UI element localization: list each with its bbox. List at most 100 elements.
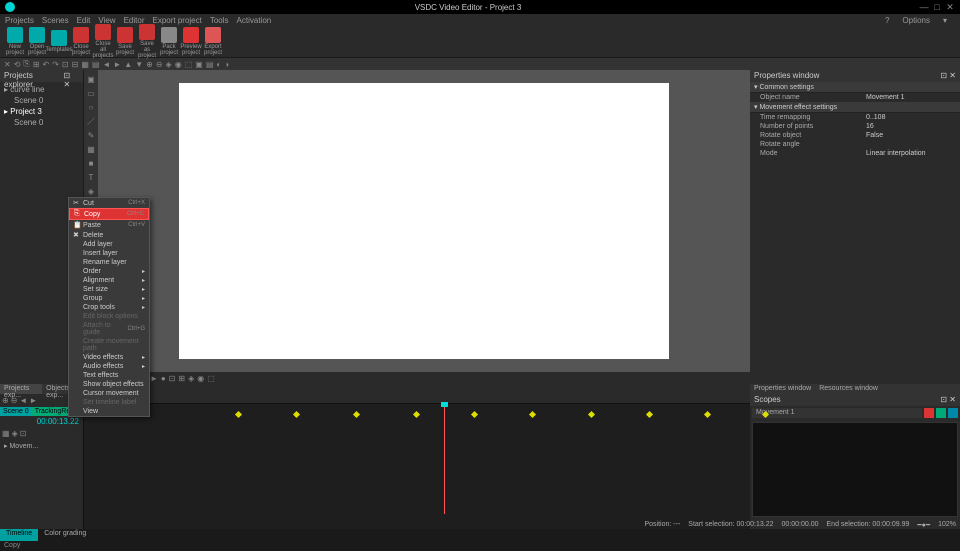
ctx-show-object-effects[interactable]: Show object effects (69, 380, 149, 389)
ctx-copy[interactable]: ⎘CopyCtrl+C (69, 208, 149, 220)
zoom-slider[interactable]: ━●━ (917, 521, 930, 529)
tl-ctrl-icon[interactable]: ▦ (2, 429, 10, 438)
maximize-button[interactable]: □ (932, 2, 942, 12)
tree-node[interactable]: Scene 0 (4, 117, 79, 128)
expand-icon[interactable]: ▾ (943, 16, 947, 25)
panel-pin-icon[interactable]: ⊡ ✕ (940, 395, 956, 405)
tool-icon[interactable]: T (85, 171, 97, 183)
tree-node[interactable]: ▸ Project 3 (4, 106, 79, 117)
keyframe[interactable] (235, 411, 242, 418)
ribbon-new-project[interactable]: New project (5, 27, 25, 56)
ctx-text-effects[interactable]: Text effects (69, 371, 149, 380)
keyframe[interactable] (293, 411, 300, 418)
toolbar-icon[interactable]: ↶ (43, 60, 50, 69)
keyframe[interactable] (353, 411, 360, 418)
keyframe[interactable] (704, 411, 711, 418)
movement-label[interactable]: Movem... (9, 443, 38, 450)
playback-icon[interactable]: ◉ (197, 374, 204, 383)
toolbar-icon[interactable]: ⊞ (33, 60, 40, 69)
playback-icon[interactable]: ⬚ (207, 374, 215, 383)
tl-remove-icon[interactable]: ⊖ (11, 396, 18, 405)
tool-icon[interactable]: ▣ (85, 73, 97, 85)
ctx-alignment[interactable]: Alignment▸ (69, 276, 149, 285)
canvas[interactable] (179, 83, 669, 359)
prop-value[interactable]: Movement 1 (866, 94, 956, 101)
tl-next-icon[interactable]: ► (29, 396, 37, 405)
menu-export[interactable]: Export project (153, 16, 202, 25)
toolbar-icon[interactable]: ◉ (175, 60, 182, 69)
prop-value[interactable]: 0..108 (866, 114, 956, 121)
toolbar-icon[interactable]: ◄ (102, 60, 110, 69)
toolbar-icon[interactable]: ▤ (206, 60, 214, 69)
tab-color-grading[interactable]: Color grading (38, 529, 92, 541)
toolbar-icon[interactable]: ⊟ (72, 60, 79, 69)
keyframe[interactable] (588, 411, 595, 418)
ribbon-open-project[interactable]: Open project (27, 27, 47, 56)
toolbar-icon[interactable]: ► (113, 60, 121, 69)
toolbar-icon[interactable]: ▤ (92, 60, 100, 69)
toolbar-icon[interactable]: ⊕ (146, 60, 153, 69)
tool-icon[interactable]: ▦ (85, 143, 97, 155)
menu-tools[interactable]: Tools (210, 16, 229, 25)
scope-btn-1[interactable] (924, 408, 934, 418)
playback-icon[interactable]: ⊞ (178, 374, 185, 383)
toolbar-icon[interactable]: ◈ (166, 60, 172, 69)
playhead[interactable] (444, 404, 445, 514)
keyframe[interactable] (529, 411, 536, 418)
toolbar-icon[interactable]: ▼ (135, 60, 143, 69)
menu-edit[interactable]: Edit (77, 16, 91, 25)
movement-chevron-icon[interactable]: ▸ (4, 443, 8, 450)
playback-icon[interactable]: ◈ (188, 374, 194, 383)
help-icon[interactable]: ? (885, 16, 889, 25)
ctx-order[interactable]: Order▸ (69, 267, 149, 276)
prop-value[interactable]: Linear interpolation (866, 150, 956, 157)
toolbar-icon[interactable]: ⊖ (156, 60, 163, 69)
prop-value[interactable]: 16 (866, 123, 956, 130)
prop-value[interactable]: False (866, 132, 956, 139)
scope-btn-2[interactable] (936, 408, 946, 418)
toolbar-icon[interactable]: ▲ (124, 60, 132, 69)
panel-pin-icon[interactable]: ⊡ ✕ (64, 71, 80, 81)
prop-section-header[interactable]: ▾ Common settings (750, 82, 960, 93)
ctx-cursor-movement[interactable]: Cursor movement (69, 389, 149, 398)
playback-icon[interactable]: ● (161, 374, 166, 383)
ribbon-templates[interactable]: Templates (49, 30, 69, 53)
ribbon-close-all-projects[interactable]: Close all projects (93, 24, 113, 59)
toolbar-icon[interactable]: ↷ (52, 60, 59, 69)
close-button[interactable]: ✕ (945, 2, 955, 13)
tool-icon[interactable]: ✎ (85, 129, 97, 141)
tab-timeline[interactable]: Timeline (0, 529, 38, 541)
minimize-button[interactable]: — (919, 2, 929, 12)
toolbar-icon[interactable]: ⬚ (185, 60, 193, 69)
playback-icon[interactable]: ⊡ (169, 374, 176, 383)
toolbar-icon[interactable]: ▦ (81, 60, 89, 69)
toolbar-icon[interactable]: ◑ (224, 60, 229, 69)
prop-section-header[interactable]: ▾ Movement effect settings (750, 102, 960, 113)
tool-icon[interactable]: ◈ (85, 185, 97, 197)
ctx-crop-tools[interactable]: Crop tools▸ (69, 303, 149, 312)
ctx-rename-layer[interactable]: Rename layer (69, 258, 149, 267)
tree-node[interactable]: Scene 0 (4, 95, 79, 106)
toolbar-icon[interactable]: ✕ (4, 60, 11, 69)
tl-add-icon[interactable]: ⊕ (2, 396, 9, 405)
prop-value[interactable] (866, 141, 956, 148)
toolbar-icon[interactable]: ⎘ (23, 59, 29, 69)
tool-icon[interactable]: ■ (85, 157, 97, 169)
scope-btn-3[interactable] (948, 408, 958, 418)
ctx-view[interactable]: View (69, 407, 149, 416)
tl-ctrl-icon[interactable]: ◈ (12, 429, 18, 438)
ribbon-save-project[interactable]: Save project (115, 27, 135, 56)
scene-tab[interactable]: Scene 0 (0, 407, 32, 416)
ribbon-export-project[interactable]: Export project (203, 27, 223, 56)
ribbon-preview-project[interactable]: Preview project (181, 27, 201, 56)
keyframe[interactable] (471, 411, 478, 418)
tool-icon[interactable]: ○ (85, 101, 97, 113)
ctx-video-effects[interactable]: Video effects▸ (69, 353, 149, 362)
timeline-tracks[interactable] (84, 384, 750, 529)
ctx-group[interactable]: Group▸ (69, 294, 149, 303)
ctx-cut[interactable]: ✂CutCtrl+X (69, 198, 149, 208)
ctx-audio-effects[interactable]: Audio effects▸ (69, 362, 149, 371)
menu-activation[interactable]: Activation (237, 16, 272, 25)
ribbon-close-project[interactable]: Close project (71, 27, 91, 56)
ctx-add-layer[interactable]: Add layer (69, 240, 149, 249)
